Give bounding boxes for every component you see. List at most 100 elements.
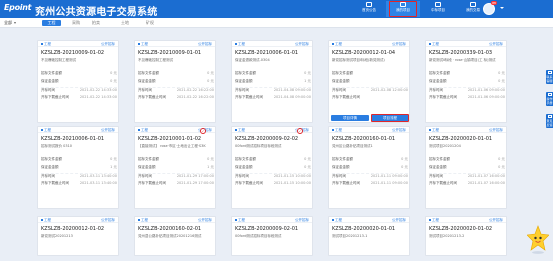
status-icon: ✓ — [297, 128, 303, 134]
card-tag: 公开招标 — [489, 128, 503, 132]
nav-won-projects[interactable]: 中标项目 — [421, 1, 455, 17]
card-type: 工程 — [138, 218, 148, 223]
info-row: 招标文件金额 0 元 — [429, 157, 505, 162]
project-card[interactable]: 工程 公开招标 KZSLZB-20210006-01-01 招标测试报价 0310 招标… — [37, 126, 119, 209]
info-key: 保证金金额 — [235, 165, 253, 169]
card-tag: 公开招标 — [198, 218, 212, 222]
card-tag: 公开招标 — [101, 128, 115, 132]
project-card[interactable]: 工程 公开招标 KZSLZB-20200012-01-04 新兖招标测试项目Ⅰ标段(新… — [328, 40, 410, 123]
project-name: 招标测试报价 0310 — [41, 144, 73, 148]
info-key: 招标文件金额 — [235, 157, 256, 161]
notification-badge: 88 — [491, 1, 497, 5]
card-type: 工程 — [41, 218, 51, 223]
project-detail-button[interactable]: 项目详情 — [331, 115, 369, 121]
info-row: 招标文件金额 0 元 — [235, 157, 311, 162]
project-card[interactable]: 工程 公开招标 KZSLZB-20200020-01-01 测试项目20201204 招… — [425, 126, 507, 209]
project-card[interactable]: 工程 公开招标 KZSLZB-20210006-01-01 保证金退款测试-0304 招… — [231, 40, 313, 123]
project-code: KZSLZB-20200160-02-01 — [138, 226, 202, 232]
project-card[interactable]: 工程公开招标KZSLZB-20200009-02-0200ford测试招标项目标… — [231, 126, 313, 209]
project-card[interactable]: 工程 公开招标 KZSLZB-20200160-02-01 兖州县公路补贴项目测试20… — [134, 216, 216, 256]
project-name: 测试项目20201213-1 — [332, 234, 368, 238]
info-key: 开标下载截止时间 — [138, 181, 166, 185]
project-name: 测试项目20201204 — [429, 144, 461, 148]
tab-land[interactable]: 土地 — [118, 20, 132, 26]
info-value: 0 元 — [498, 157, 505, 161]
card-type: 工程 — [429, 128, 439, 133]
info-value: 0 元 — [110, 157, 117, 161]
project-name: 兖州区公路补贴项目测试1 — [332, 144, 373, 148]
info-key: 保证金金额 — [41, 79, 59, 83]
project-code: KZSLZB-20210006-01-01 — [235, 50, 299, 56]
status-icon: ✓ — [200, 128, 206, 134]
tab-purchase[interactable]: 采购 — [69, 20, 83, 26]
info-key: 开标下载截止时间 — [41, 181, 69, 185]
info-value: 2021-01-07 16:00:00 — [467, 181, 505, 185]
tab-engineering[interactable]: 工程 — [42, 20, 61, 26]
trade-icon — [470, 2, 476, 7]
info-value: 2021-02-22 16:22:00 — [176, 88, 214, 92]
filter-tabs: 全部 工程 采购 拍卖 土地 矿权 — [0, 18, 553, 28]
sidebar-manual[interactable]: 操作手册 — [546, 92, 553, 106]
project-code: KZSLZB-20200020-01-02 — [429, 226, 493, 232]
card-type: 工程 — [138, 42, 148, 47]
info-row: 招标文件金额 0 元 — [235, 71, 311, 76]
chevron-down-icon[interactable] — [500, 7, 504, 9]
project-card[interactable]: 工程 公开招标 KZSLZB-20200020-01-01 测试项目20201213-… — [328, 216, 410, 256]
project-name: 新兖测试20201213 — [41, 234, 73, 238]
card-type: 工程 — [235, 218, 245, 223]
sidebar-feedback[interactable]: 意见反馈 — [546, 114, 553, 128]
info-key: 开标时间 — [332, 88, 346, 92]
card-tag: 公开招标 — [101, 42, 115, 46]
info-row: 开标下载截止时间 2021-01-15 10:00:00 — [235, 181, 311, 186]
info-value: 2021-04-08 09:00:00 — [273, 95, 311, 99]
info-value: 0 元 — [207, 157, 214, 161]
tab-auction[interactable]: 拍卖 — [89, 20, 103, 26]
project-card[interactable]: 工程 公开招标 KZSLZB-20200020-01-02 测试项目20201213-… — [425, 216, 507, 256]
info-row: 开标时间 2021-02-22 16:22:00 — [138, 87, 214, 92]
info-row: 保证金金额 0 元 — [235, 165, 311, 170]
info-row: 开标下载截止时间 2021-02-22 16:22:00 — [138, 95, 214, 100]
card-type: 工程 — [429, 218, 439, 223]
info-value: 2021-01-29 17:00:00 — [176, 181, 214, 185]
trophy-icon — [435, 2, 441, 7]
mascot-icon[interactable] — [527, 225, 549, 255]
info-row: 保证金金额 1 元 — [41, 165, 117, 170]
info-row: 开标时间 2021-02-22 14:33:00 — [41, 87, 117, 92]
project-code: KZSLZB-20200020-01-01 — [429, 136, 493, 142]
card-type: 工程 — [235, 128, 245, 133]
info-row: 保证金金额 0 元 — [429, 165, 505, 170]
info-row: 开标时间 2021-04-08 09:00:00 — [235, 87, 311, 92]
info-key: 开标下载截止时间 — [41, 95, 69, 99]
info-value: 0 元 — [304, 165, 311, 169]
project-card[interactable]: 工程 公开招标 KZSLZB-20200012-01-02 新兖测试20201213 — [37, 216, 119, 256]
info-row: 保证金金额 1 元 — [235, 79, 311, 84]
info-key: 开标时间 — [429, 88, 443, 92]
info-key: 开标下载截止时间 — [429, 95, 457, 99]
project-card[interactable]: 工程 公开招标 KZSLZB-20200339-01-03 新兖测试Ⅱ标段 · ros… — [425, 40, 507, 123]
info-key: 保证金金额 — [429, 165, 447, 169]
info-key: 开标下载截止时间 — [332, 95, 360, 99]
info-key: 保证金金额 — [332, 165, 350, 169]
project-card[interactable]: 工程 公开招标 KZSLZB-20210009-01-01 不见爆破控制工程测试 招标文… — [134, 40, 216, 123]
nav-home-notice[interactable]: 首页公告 — [352, 1, 386, 17]
edit-icon — [547, 115, 552, 118]
sidebar-customer-service[interactable]: 联系客服 — [546, 70, 553, 84]
tab-mining[interactable]: 矿权 — [143, 20, 157, 26]
info-row: 开标下载截止时间 2021-03-11 13:40:00 — [41, 181, 117, 186]
info-value: 1 元 — [207, 165, 214, 169]
card-type: 工程 — [332, 128, 342, 133]
project-card[interactable]: 工程 公开招标 KZSLZB-20210009-01-02 不见爆破控制工程测试 招标文… — [37, 40, 119, 123]
headset-icon — [547, 71, 552, 74]
all-select[interactable]: 全部 — [4, 20, 16, 26]
epoint-logo: Epoint — [4, 3, 32, 12]
project-card[interactable]: 工程 公开招标 KZSLZB-20200009-02-01 00ford测试招标项目标… — [231, 216, 313, 256]
project-code: KZSLZB-20200012-01-04 — [332, 50, 396, 56]
card-tag: 公开招标 — [101, 218, 115, 222]
card-header: 工程 公开招标 — [329, 217, 409, 223]
project-code: KZSLZB-20210009-01-01 — [138, 50, 202, 56]
info-row: 保证金金额 0 元 — [41, 79, 117, 84]
project-card[interactable]: 工程公开招标KZSLZB-20210001-01-02【直接测试】 rose·市… — [134, 126, 216, 209]
info-row: 保证金金额 0 元 — [332, 165, 408, 170]
card-type: 工程 — [138, 128, 148, 133]
project-card[interactable]: 工程 公开招标 KZSLZB-20200160-01-01 兖州区公路补贴项目测试1 招… — [328, 126, 410, 209]
